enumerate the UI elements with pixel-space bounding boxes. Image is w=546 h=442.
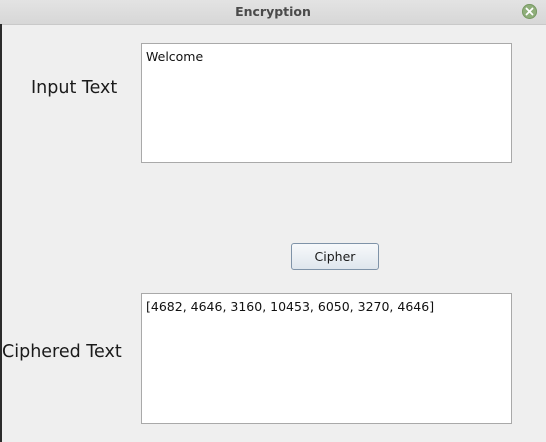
close-icon xyxy=(525,7,534,16)
ciphered-text-label: Ciphered Text xyxy=(2,342,122,362)
encryption-window: Encryption Input Text Welcome Cipher Cip… xyxy=(0,0,546,442)
input-text-area[interactable]: Welcome xyxy=(141,43,512,163)
input-text-label: Input Text xyxy=(31,78,118,98)
ciphered-text-area[interactable]: [4682, 4646, 3160, 10453, 6050, 3270, 46… xyxy=(141,293,512,424)
title-bar[interactable]: Encryption xyxy=(0,0,546,25)
window-left-edge xyxy=(0,24,2,442)
cipher-button[interactable]: Cipher xyxy=(291,243,379,270)
close-button[interactable] xyxy=(522,4,537,19)
window-title: Encryption xyxy=(235,4,311,19)
